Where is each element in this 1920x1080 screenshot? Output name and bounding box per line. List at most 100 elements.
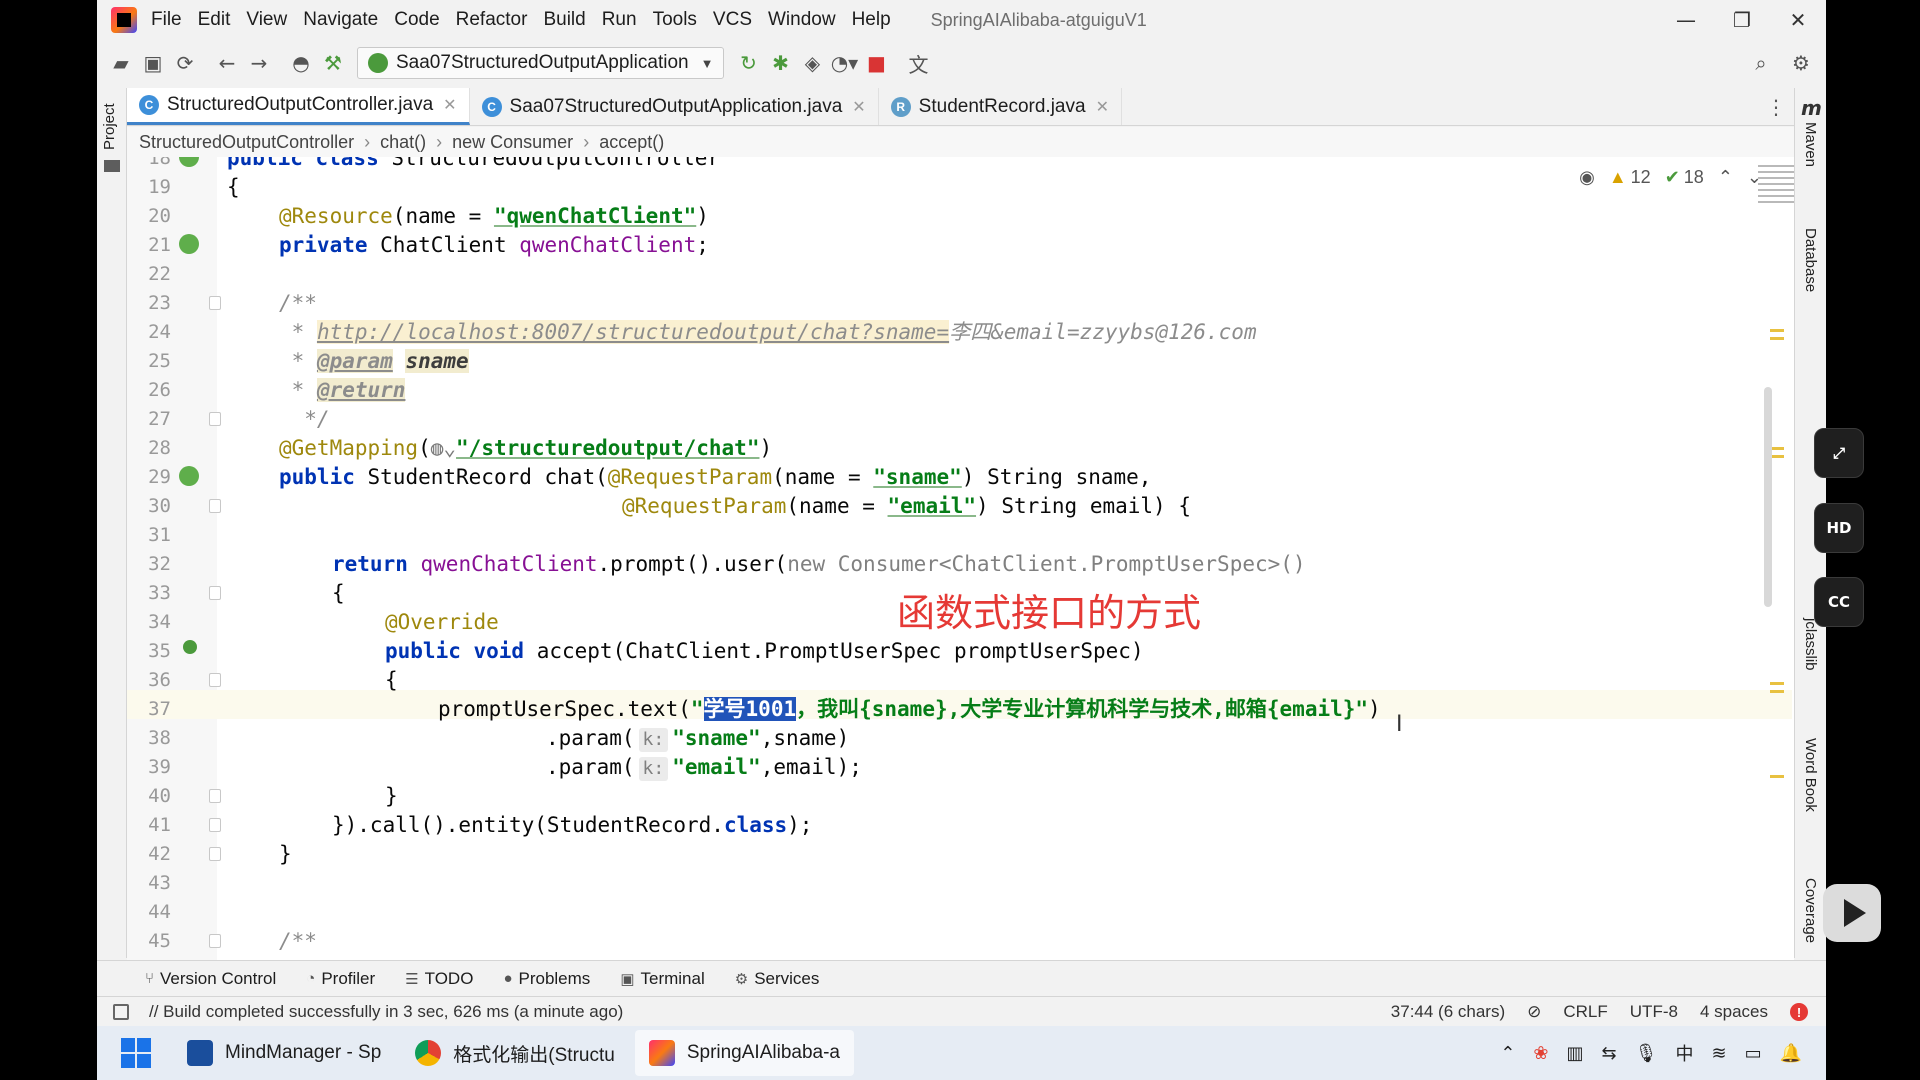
- profiler-tool-button[interactable]: ◔ Profiler: [306, 969, 375, 989]
- coverage-icon[interactable]: ◈: [796, 47, 828, 79]
- menu-view[interactable]: View: [246, 9, 287, 31]
- menu-window[interactable]: Window: [768, 9, 836, 31]
- close-tab-icon[interactable]: ✕: [1096, 97, 1109, 117]
- warning-marker[interactable]: [1770, 447, 1784, 450]
- settings-icon[interactable]: ⚙: [1785, 47, 1817, 79]
- breadcrumb-item[interactable]: new Consumer: [452, 132, 573, 153]
- profile-icon[interactable]: ◔▾: [828, 47, 860, 79]
- translate-icon[interactable]: 文: [902, 47, 934, 79]
- caret-position[interactable]: 37:44 (6 chars): [1391, 1002, 1505, 1022]
- vertical-scrollbar[interactable]: [1764, 387, 1772, 607]
- windows-start-icon[interactable]: [121, 1038, 151, 1068]
- fullscreen-toggle-icon[interactable]: ⤢: [1814, 428, 1864, 478]
- breadcrumb-item[interactable]: accept(): [599, 132, 664, 153]
- close-tab-icon[interactable]: ✕: [443, 95, 456, 115]
- menu-build[interactable]: Build: [543, 9, 585, 31]
- reader-mode-icon[interactable]: ◉: [1579, 167, 1595, 188]
- doc-url-link[interactable]: http://localhost:8007/structuredoutput/c…: [316, 320, 950, 344]
- jclasslib-tool-button[interactable]: jclasslib: [1802, 618, 1819, 671]
- sync-icon[interactable]: ⟳: [169, 47, 201, 79]
- save-icon[interactable]: ▣: [137, 47, 169, 79]
- coverage-tool-button[interactable]: Coverage: [1802, 878, 1819, 943]
- notification-bell-icon[interactable]: 🔔: [1780, 1043, 1802, 1064]
- microphone-icon[interactable]: 🎙: [1635, 1043, 1658, 1064]
- menu-edit[interactable]: Edit: [198, 9, 231, 31]
- maven-tool-button[interactable]: Maven: [1802, 122, 1819, 167]
- warning-marker[interactable]: [1770, 455, 1784, 458]
- indent-setting[interactable]: 4 spaces: [1700, 1002, 1768, 1022]
- warning-marker[interactable]: [1770, 337, 1784, 340]
- maximize-button[interactable]: ❐: [1714, 0, 1770, 40]
- taskbar-app-chrome[interactable]: 格式化输出(Structu: [401, 1030, 629, 1076]
- warning-marker[interactable]: [1770, 329, 1784, 332]
- services-tool-button[interactable]: ⚙ Services: [735, 969, 820, 989]
- battery-icon[interactable]: ▭: [1745, 1043, 1762, 1064]
- text-selection[interactable]: 学号1001: [703, 697, 797, 721]
- minimize-button[interactable]: —: [1658, 0, 1714, 40]
- menu-tools[interactable]: Tools: [653, 9, 697, 31]
- tab-structured-output-controller[interactable]: C StructuredOutputController.java ✕: [127, 88, 470, 125]
- taskbar-app-mindmanager[interactable]: MindManager - Sp: [173, 1030, 395, 1076]
- status-message[interactable]: // Build completed successfully in 3 sec…: [149, 1002, 623, 1022]
- menu-navigate[interactable]: Navigate: [303, 9, 378, 31]
- menu-run[interactable]: Run: [602, 9, 637, 31]
- menu-code[interactable]: Code: [394, 9, 439, 31]
- run-configuration-select[interactable]: Saa07StructuredOutputApplication ▼: [357, 47, 725, 79]
- close-window-button[interactable]: ✕: [1770, 0, 1826, 40]
- menu-file[interactable]: File: [151, 9, 182, 31]
- forward-icon[interactable]: →: [243, 47, 275, 79]
- error-stripe[interactable]: [1754, 157, 1794, 960]
- error-notification-icon[interactable]: !: [1790, 1003, 1808, 1021]
- search-icon[interactable]: ⌕: [1745, 47, 1777, 79]
- tab-saa07-application[interactable]: C Saa07StructuredOutputApplication.java …: [470, 88, 879, 125]
- spring-endpoint-gutter-icon[interactable]: [179, 466, 199, 486]
- project-tool-button[interactable]: Project: [101, 103, 118, 150]
- open-icon[interactable]: ▰: [105, 47, 137, 79]
- version-control-tool-button[interactable]: ⑂ Version Control: [145, 969, 276, 989]
- warning-marker[interactable]: [1770, 682, 1784, 685]
- word-book-tool-button[interactable]: Word Book: [1802, 738, 1819, 812]
- debug-icon[interactable]: ✱: [764, 47, 796, 79]
- todo-tool-button[interactable]: ☰ TODO: [405, 969, 473, 989]
- tab-options-icon[interactable]: ⋮: [1758, 88, 1794, 125]
- problems-tool-button[interactable]: ● Problems: [503, 969, 590, 989]
- app-tray-icon[interactable]: ❀: [1533, 1043, 1548, 1064]
- tab-student-record[interactable]: R StudentRecord.java ✕: [879, 88, 1122, 125]
- breadcrumb-item[interactable]: chat(): [380, 132, 426, 153]
- wifi-icon[interactable]: ≋: [1711, 1043, 1726, 1064]
- ime-indicator[interactable]: 中: [1675, 1040, 1693, 1066]
- warning-marker[interactable]: [1770, 690, 1784, 693]
- database-tool-button[interactable]: Database: [1802, 228, 1819, 292]
- inspection-widget[interactable]: ◉ ▲ 12 ✔ 18 ⌃ ⌄: [1565, 167, 1762, 188]
- close-tab-icon[interactable]: ✕: [852, 97, 865, 117]
- spring-bean-gutter-icon[interactable]: [179, 234, 199, 254]
- menu-refactor[interactable]: Refactor: [456, 9, 528, 31]
- breadcrumb-item[interactable]: StructuredOutputController: [139, 132, 354, 153]
- stop-icon[interactable]: ■: [860, 47, 892, 79]
- taskbar-app-label: 格式化输出(Structu: [453, 1044, 615, 1066]
- meeting-tray-icon[interactable]: ▥: [1567, 1043, 1584, 1064]
- spring-bean-gutter-icon[interactable]: [179, 157, 199, 167]
- rerun-icon[interactable]: ↻: [732, 47, 764, 79]
- back-icon[interactable]: ←: [211, 47, 243, 79]
- hd-quality-button[interactable]: HD: [1814, 503, 1864, 553]
- chevron-up-icon[interactable]: ⌃: [1718, 167, 1733, 188]
- power-save-icon[interactable]: ⊘: [1527, 1002, 1541, 1022]
- captions-button[interactable]: CC: [1814, 577, 1864, 627]
- user-icon[interactable]: ◓: [285, 47, 317, 79]
- file-encoding[interactable]: UTF-8: [1630, 1002, 1678, 1022]
- network-switch-icon[interactable]: ⇆: [1602, 1043, 1617, 1064]
- line-separator[interactable]: CRLF: [1563, 1002, 1607, 1022]
- code-editor[interactable]: 18 19 20 21 22 23 24 25 26 27 28 29 30 3…: [127, 157, 1794, 960]
- menu-vcs[interactable]: VCS: [713, 9, 752, 31]
- chevron-up-icon[interactable]: ⌃: [1500, 1043, 1515, 1064]
- taskbar-app-intellij[interactable]: SpringAIAlibaba-a: [634, 1030, 854, 1076]
- terminal-tool-button[interactable]: ▣ Terminal: [620, 969, 704, 989]
- menu-help[interactable]: Help: [852, 9, 891, 31]
- override-gutter-icon[interactable]: [183, 640, 197, 654]
- code-area[interactable]: public class StructuredOutputController …: [215, 157, 1794, 960]
- build-hammer-icon[interactable]: ⚒: [317, 47, 349, 79]
- panel-toggle-icon[interactable]: [113, 1004, 129, 1020]
- warning-marker[interactable]: [1770, 775, 1784, 778]
- play-button[interactable]: [1823, 884, 1881, 942]
